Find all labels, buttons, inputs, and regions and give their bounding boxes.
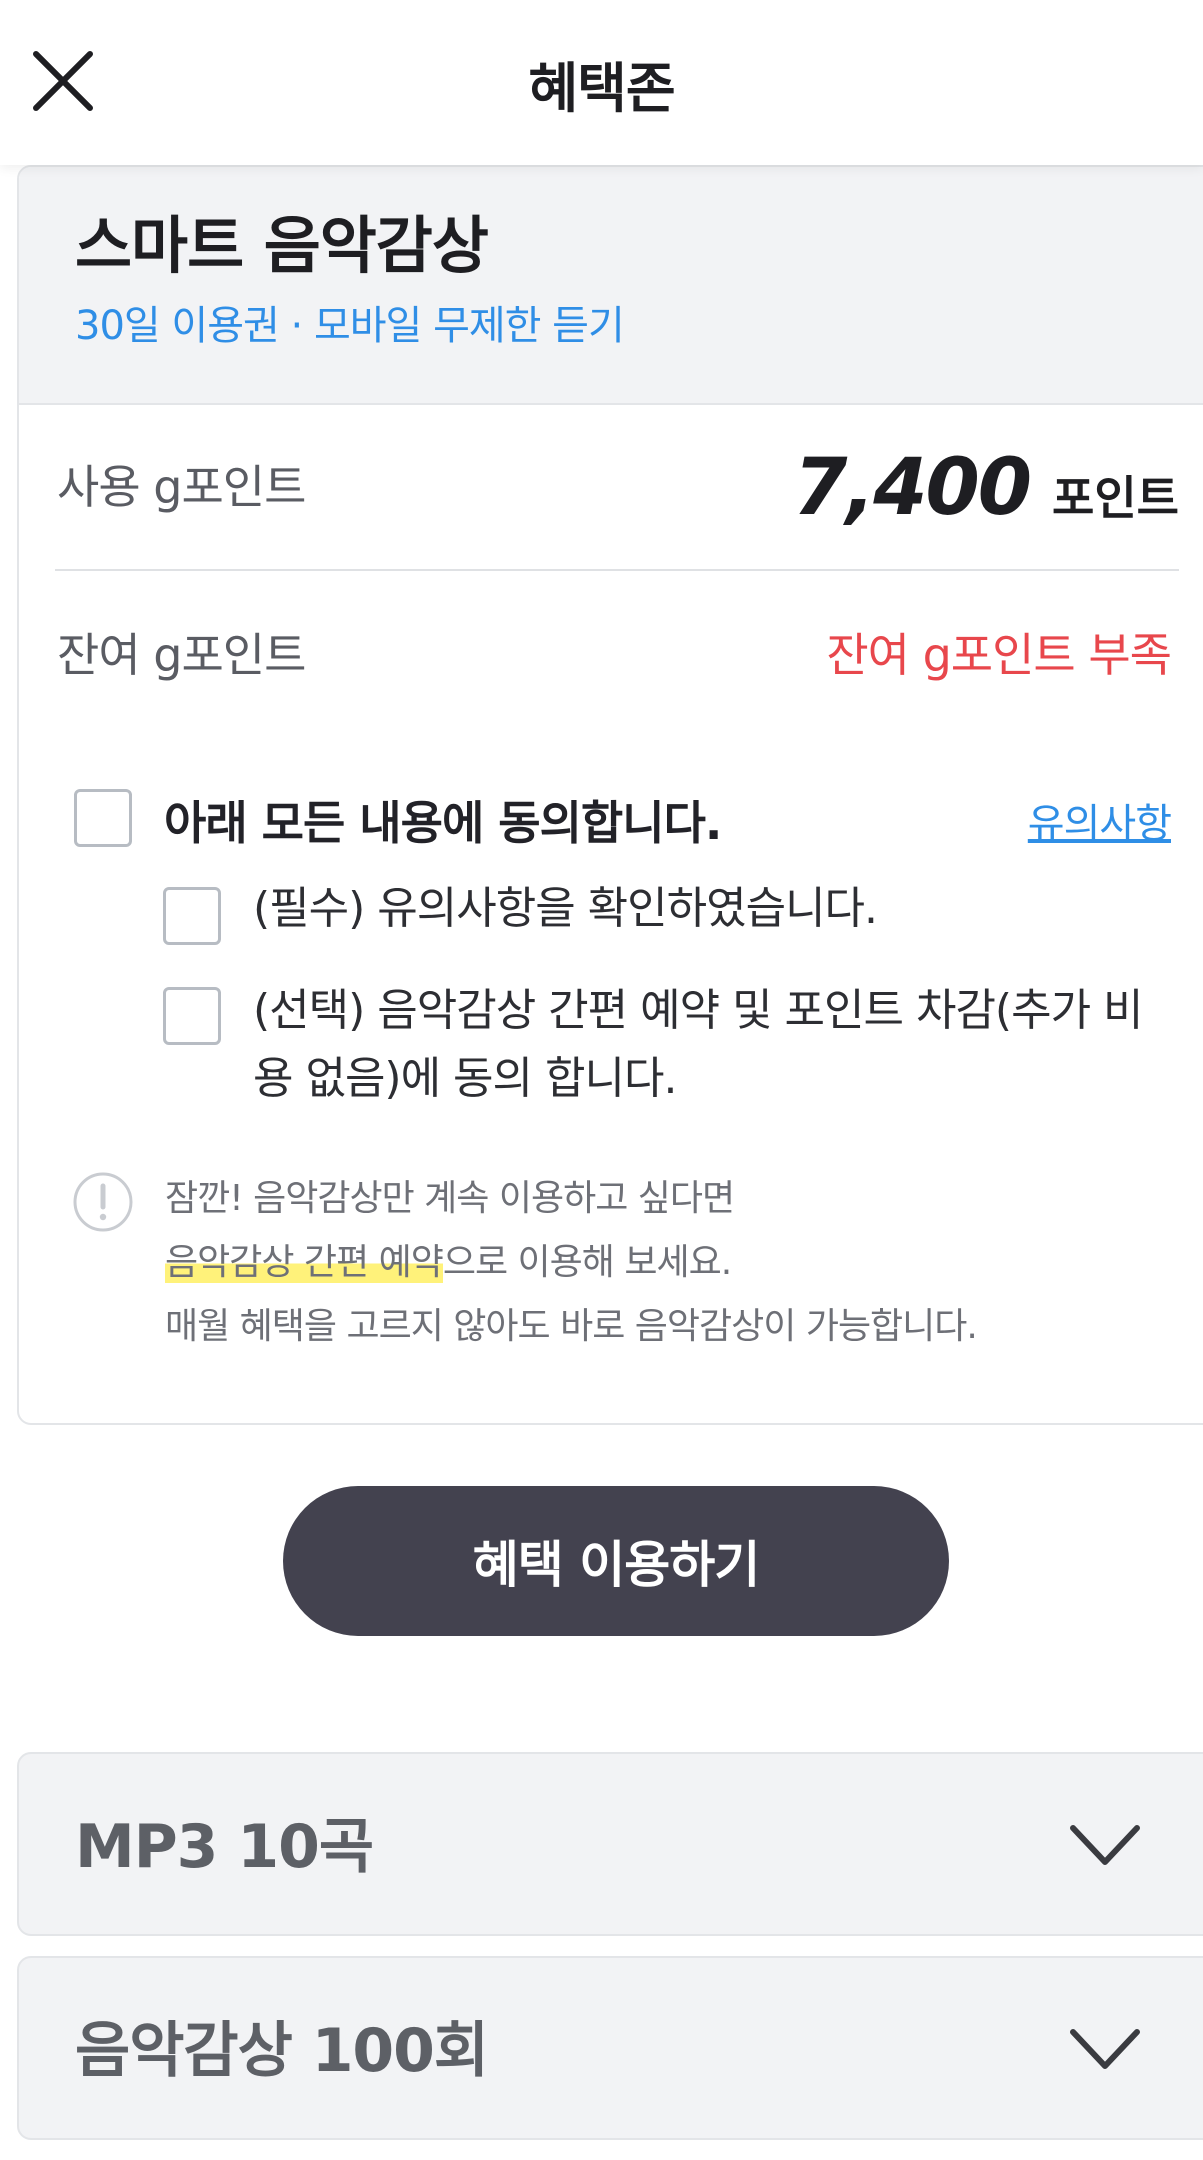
accordion-label: 음악감상 100회 bbox=[75, 2016, 489, 2086]
page-title: 혜택존 bbox=[528, 57, 675, 120]
divider bbox=[55, 569, 1179, 571]
points-amount: 7,400 bbox=[793, 443, 1032, 533]
notice-link[interactable]: 유의사항 bbox=[1028, 791, 1172, 849]
accordion-mp3[interactable]: MP3 10곡 bbox=[17, 1752, 1203, 1936]
info-line-1: 잠깐! 음악감상만 계속 이용하고 싶다면 bbox=[165, 1178, 735, 1219]
agree-all-checkbox[interactable] bbox=[74, 789, 132, 847]
product-subtitle: 30일 이용권 · 모바일 무제한 듣기 bbox=[75, 303, 625, 349]
product-header: 스마트 음악감상 30일 이용권 · 모바일 무제한 듣기 bbox=[19, 167, 1203, 405]
use-benefit-button[interactable]: 혜택 이용하기 bbox=[283, 1486, 949, 1636]
info-line-2-rest: 으로 이용해 보세요. bbox=[442, 1242, 732, 1283]
top-bar: 혜택존 bbox=[0, 0, 1203, 165]
exclamation-circle-icon bbox=[73, 1172, 133, 1232]
used-points-value: 7,400 포인트 bbox=[793, 443, 1179, 533]
chevron-down-icon bbox=[1070, 1825, 1140, 1865]
accordion-streaming[interactable]: 음악감상 100회 bbox=[17, 1956, 1203, 2140]
points-unit: 포인트 bbox=[1052, 471, 1179, 525]
agree-all-label[interactable]: 아래 모든 내용에 동의합니다. bbox=[164, 787, 722, 853]
remaining-points-label: 잔여 g포인트 bbox=[57, 628, 306, 682]
benefit-card: 스마트 음악감상 30일 이용권 · 모바일 무제한 듣기 사용 g포인트 7,… bbox=[17, 165, 1203, 1425]
optional-reservation-checkbox[interactable] bbox=[163, 987, 221, 1045]
insufficient-points-status: 잔여 g포인트 부족 bbox=[826, 628, 1172, 682]
accordion-label: MP3 10곡 bbox=[75, 1812, 374, 1882]
chevron-down-icon bbox=[1070, 2029, 1140, 2069]
info-line-2: 음악감상 간편 예약으로 이용해 보세요. bbox=[165, 1231, 1165, 1295]
info-line-3: 매월 혜택을 고르지 않아도 바로 음악감상이 가능합니다. bbox=[165, 1306, 978, 1347]
highlighted-text: 음악감상 간편 예약 bbox=[165, 1242, 444, 1283]
product-title: 스마트 음악감상 bbox=[75, 209, 489, 282]
required-notice-label[interactable]: (필수) 유의사항을 확인하였습니다. bbox=[253, 875, 1153, 943]
reservation-info: 잠깐! 음악감상만 계속 이용하고 싶다면 음악감상 간편 예약으로 이용해 보… bbox=[165, 1167, 1165, 1359]
required-notice-checkbox[interactable] bbox=[163, 887, 221, 945]
optional-reservation-label[interactable]: (선택) 음악감상 간편 예약 및 포인트 차감(추가 비용 없음)에 동의 합… bbox=[253, 977, 1153, 1113]
used-points-label: 사용 g포인트 bbox=[57, 460, 306, 514]
